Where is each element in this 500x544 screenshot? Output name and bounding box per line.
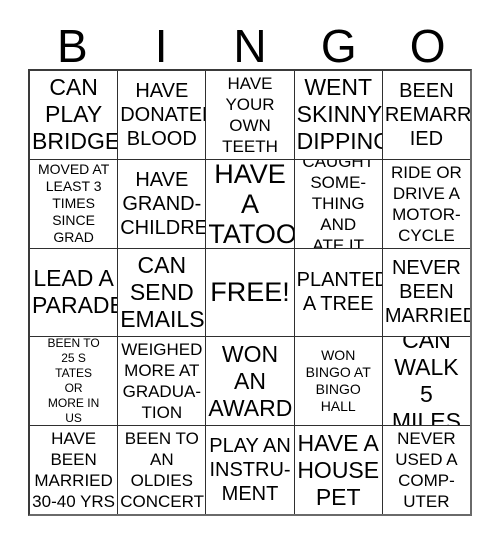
header-letter-o: O xyxy=(409,20,446,72)
bingo-cell-label: HAVE BEEN MARRIED 30-40 YRS xyxy=(32,429,116,512)
bingo-cell-label: MOVED AT LEAST 3 TIMES SINCE GRAD xyxy=(37,161,110,246)
bingo-cell-label: HAVE A TATOO xyxy=(208,159,294,248)
bingo-cell-label: BEEN REMARR- IED xyxy=(384,79,471,150)
bingo-cell-label: HAVE GRAND- CHILDREN xyxy=(120,168,205,239)
bingo-cell-label: CAN SEND EMAILS xyxy=(120,251,205,332)
bingo-cell-b5[interactable]: HAVE BEEN MARRIED 30-40 YRS xyxy=(30,426,117,514)
bingo-cell-g5[interactable]: HAVE A HOUSE PET xyxy=(293,426,382,514)
bingo-cell-n2[interactable]: HAVE A TATOO xyxy=(205,159,294,248)
bingo-cell-b2[interactable]: MOVED AT LEAST 3 TIMES SINCE GRAD xyxy=(30,160,117,248)
bingo-cell-g2[interactable]: CAUGHT SOME- THING AND ATE IT xyxy=(293,159,382,248)
bingo-cell-i4[interactable]: WEIGHED MORE AT GRADUA- TION xyxy=(117,337,205,426)
bingo-cell-label: LEAD A PARADE xyxy=(32,265,118,319)
bingo-cell-label: PLAY AN INSTRU- MENT xyxy=(209,435,291,506)
bingo-row: BEEN TO 25 S TATES OR MORE IN US WEIGHED… xyxy=(30,336,470,426)
bingo-cell-g4[interactable]: WON BINGO AT BINGO HALL xyxy=(293,337,382,426)
bingo-cell-o5[interactable]: NEVER USED A COMP- UTER xyxy=(381,426,470,514)
bingo-cell-label: RIDE OR DRIVE A MOTOR- CYCLE xyxy=(390,162,462,245)
bingo-cell-b1[interactable]: CAN PLAY BRIDGE xyxy=(30,71,117,159)
bingo-cell-b3[interactable]: LEAD A PARADE xyxy=(30,249,117,337)
bingo-cell-label: NEVER USED A COMP- UTER xyxy=(395,429,458,512)
bingo-cell-label: HAVE A HOUSE PET xyxy=(297,429,380,510)
bingo-grid: CAN PLAY BRIDGE HAVE DONATED BLOOD HAVE … xyxy=(28,69,472,516)
bingo-cell-i2[interactable]: HAVE GRAND- CHILDREN xyxy=(117,159,205,248)
bingo-row: LEAD A PARADE CAN SEND EMAILS FREE! PLAN… xyxy=(30,247,471,337)
bingo-cell-o2[interactable]: RIDE OR DRIVE A MOTOR- CYCLE xyxy=(381,159,470,248)
bingo-cell-n4[interactable]: WON AN AWARD xyxy=(205,337,293,426)
bingo-cell-label: WEIGHED MORE AT GRADUA- TION xyxy=(121,340,203,423)
bingo-cell-label: BEEN TO AN OLDIES CONCERT xyxy=(120,429,204,512)
header-letter-n: N xyxy=(233,20,267,72)
bingo-cell-i3[interactable]: CAN SEND EMAILS xyxy=(117,248,205,337)
bingo-cell-o3[interactable]: NEVER BEEN MARRIED xyxy=(381,248,471,337)
bingo-header: B I N G O xyxy=(28,14,472,69)
bingo-cell-label: WENT SKINNY DIPPING xyxy=(296,74,382,155)
bingo-row: HAVE BEEN MARRIED 30-40 YRS BEEN TO AN O… xyxy=(30,425,470,514)
bingo-cell-label: WON BINGO AT BINGO HALL xyxy=(305,347,371,415)
bingo-cell-label: BEEN TO 25 S TATES OR MORE IN US xyxy=(47,337,100,426)
bingo-row: CAN PLAY BRIDGE HAVE DONATED BLOOD HAVE … xyxy=(30,71,470,159)
bingo-cell-label: CAN WALK 5 MILES xyxy=(391,337,461,426)
bingo-cell-o4[interactable]: CAN WALK 5 MILES xyxy=(381,337,470,426)
header-letter-g: G xyxy=(320,20,357,72)
bingo-row: MOVED AT LEAST 3 TIMES SINCE GRAD HAVE G… xyxy=(30,158,470,248)
bingo-cell-o1[interactable]: BEEN REMARR- IED xyxy=(381,71,471,159)
bingo-card: B I N G O CAN PLAY BRIDGE HAVE DONATED B… xyxy=(0,0,500,544)
bingo-cell-g1[interactable]: WENT SKINNY DIPPING xyxy=(293,71,382,159)
bingo-cell-i5[interactable]: BEEN TO AN OLDIES CONCERT xyxy=(117,426,205,514)
bingo-cell-label: WON AN AWARD xyxy=(208,340,293,421)
bingo-cell-i1[interactable]: HAVE DONATED BLOOD xyxy=(117,71,205,159)
bingo-cell-label: NEVER BEEN MARRIED xyxy=(384,257,471,328)
bingo-cell-label: CAUGHT SOME- THING AND ATE IT xyxy=(302,159,375,248)
free-space-label: FREE! xyxy=(210,277,290,308)
bingo-cell-g3[interactable]: PLANTED A TREE xyxy=(293,248,382,337)
bingo-cell-n1[interactable]: HAVE YOUR OWN TEETH xyxy=(205,71,293,159)
bingo-cell-label: PLANTED A TREE xyxy=(296,269,382,316)
bingo-cell-b4[interactable]: BEEN TO 25 S TATES OR MORE IN US xyxy=(30,337,117,425)
bingo-cell-free-space[interactable]: FREE! xyxy=(205,248,293,337)
bingo-cell-label: CAN PLAY BRIDGE xyxy=(32,74,118,155)
header-letter-b: B xyxy=(57,20,88,72)
bingo-cell-label: HAVE DONATED BLOOD xyxy=(120,79,205,150)
bingo-cell-label: HAVE YOUR OWN TEETH xyxy=(222,73,278,156)
header-letter-i: I xyxy=(154,20,168,72)
bingo-cell-n5[interactable]: PLAY AN INSTRU- MENT xyxy=(205,426,293,514)
